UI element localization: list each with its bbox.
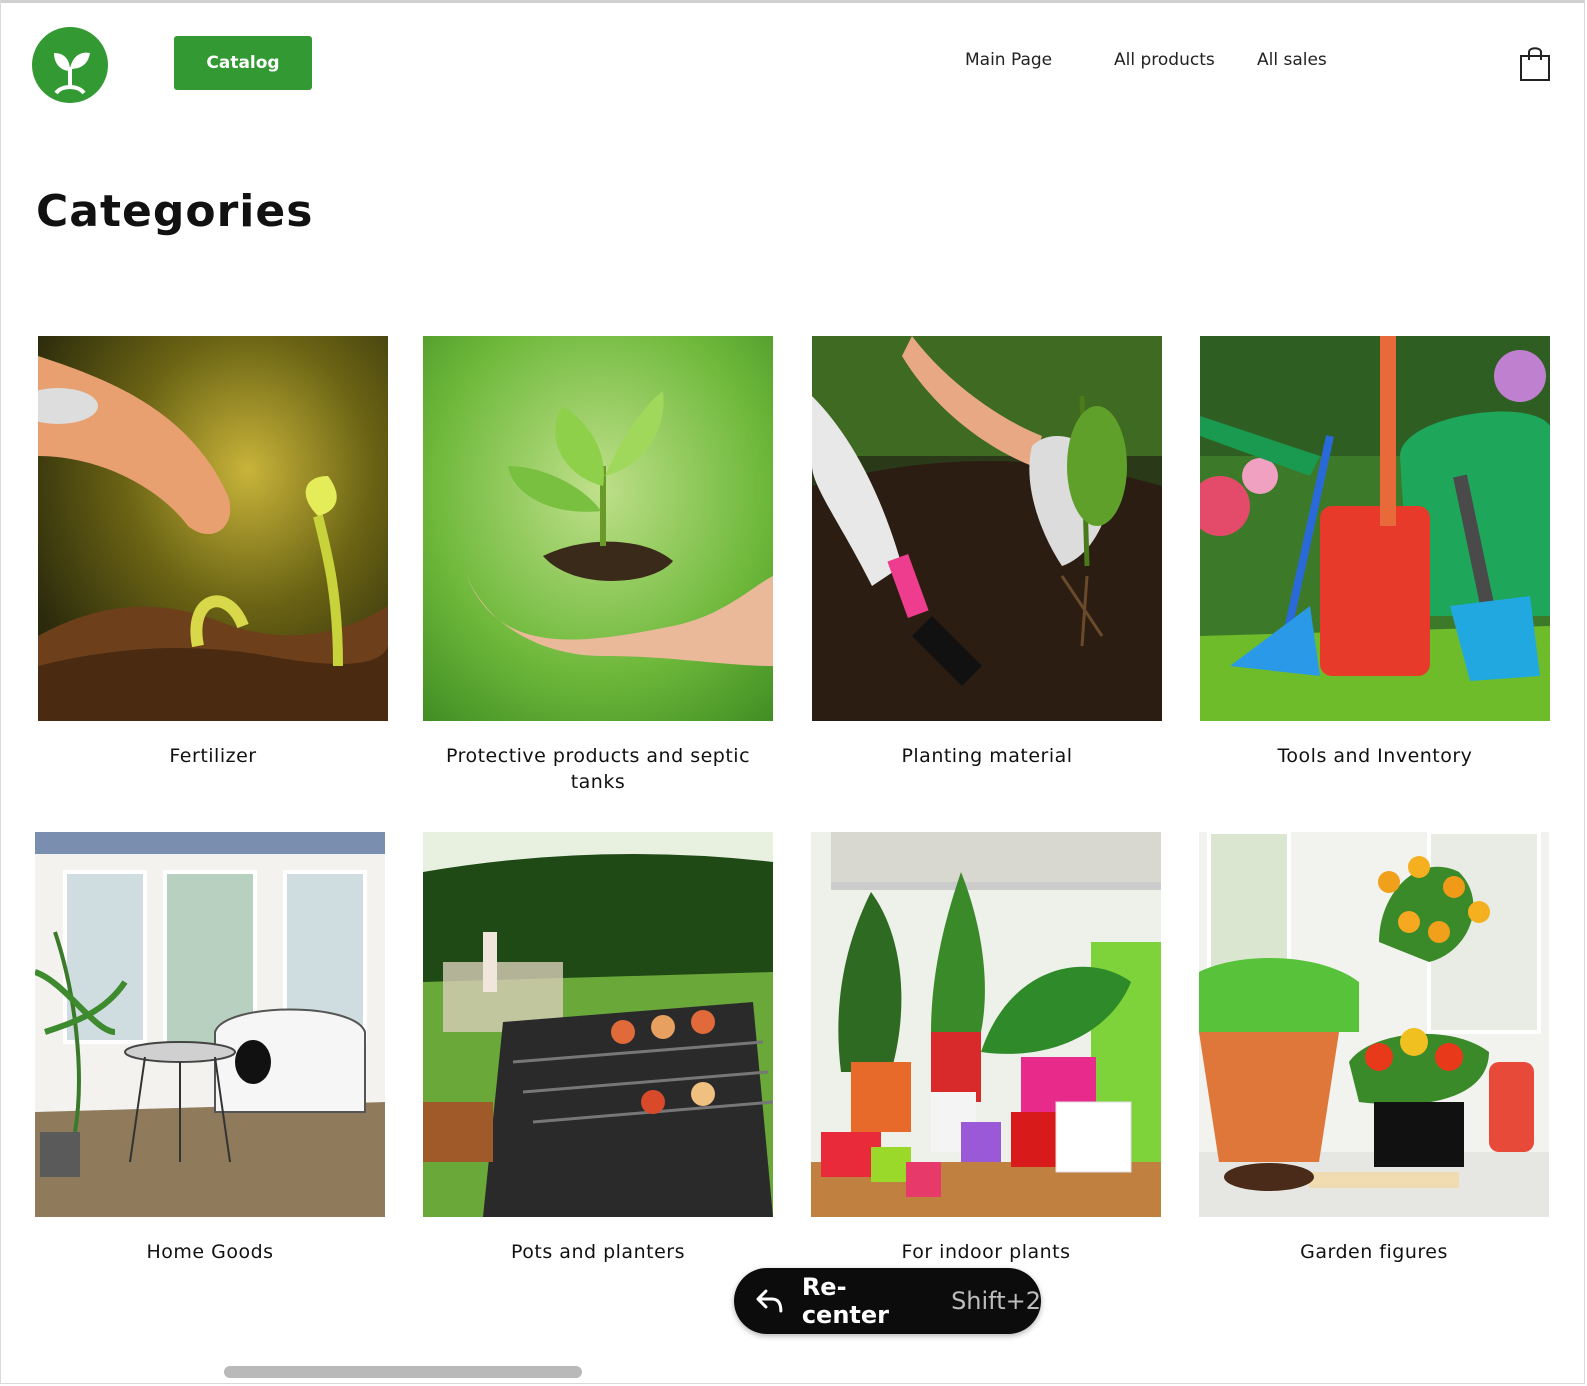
recenter-button[interactable]: Re-center Shift+2 [734, 1268, 1041, 1334]
category-label[interactable]: For indoor plants [811, 1239, 1161, 1265]
category-card-pots-planters[interactable]: Pots and planters [423, 832, 773, 1265]
indoor-plants-image[interactable] [811, 832, 1161, 1217]
nav-all-sales[interactable]: All sales [1257, 50, 1327, 70]
recenter-label: Re-center [801, 1273, 890, 1329]
garden-figures-image[interactable] [1199, 832, 1549, 1217]
category-label[interactable]: Tools and Inventory [1200, 743, 1550, 769]
category-card-garden-figures[interactable]: Garden figures [1199, 832, 1549, 1265]
fertilizer-image[interactable] [38, 336, 388, 721]
category-label[interactable]: Planting material [812, 743, 1162, 769]
nav-main-page[interactable]: Main Page [965, 50, 1052, 70]
horizontal-scrollbar[interactable] [224, 1366, 582, 1378]
category-label[interactable]: Home Goods [35, 1239, 385, 1265]
page-title: Categories [36, 186, 314, 237]
category-card-planting-material[interactable]: Planting material [812, 336, 1162, 769]
planting-material-image[interactable] [812, 336, 1162, 721]
category-card-tools-inventory[interactable]: Tools and Inventory [1200, 336, 1550, 769]
recenter-shortcut: Shift+2 [951, 1287, 1041, 1315]
pots-planters-image[interactable] [423, 832, 773, 1217]
nav-all-products[interactable]: All products [1114, 50, 1215, 70]
shopping-bag-icon[interactable] [1518, 44, 1552, 82]
protective-products-image[interactable] [423, 336, 773, 721]
category-card-home-goods[interactable]: Home Goods [35, 832, 385, 1265]
category-label[interactable]: Fertilizer [38, 743, 388, 769]
category-label[interactable]: Protective products and septic tanks [423, 743, 773, 795]
sprout-logo[interactable] [32, 27, 108, 103]
category-label[interactable]: Garden figures [1199, 1239, 1549, 1265]
category-label[interactable]: Pots and planters [423, 1239, 773, 1265]
catalog-button[interactable]: Catalog [174, 36, 312, 90]
undo-arrow-icon [756, 1289, 783, 1313]
home-goods-image[interactable] [35, 832, 385, 1217]
category-card-fertilizer[interactable]: Fertilizer [38, 336, 388, 769]
tools-inventory-image[interactable] [1200, 336, 1550, 721]
category-card-protective-products[interactable]: Protective products and septic tanks [423, 336, 773, 795]
category-card-indoor-plants[interactable]: For indoor plants [811, 832, 1161, 1265]
